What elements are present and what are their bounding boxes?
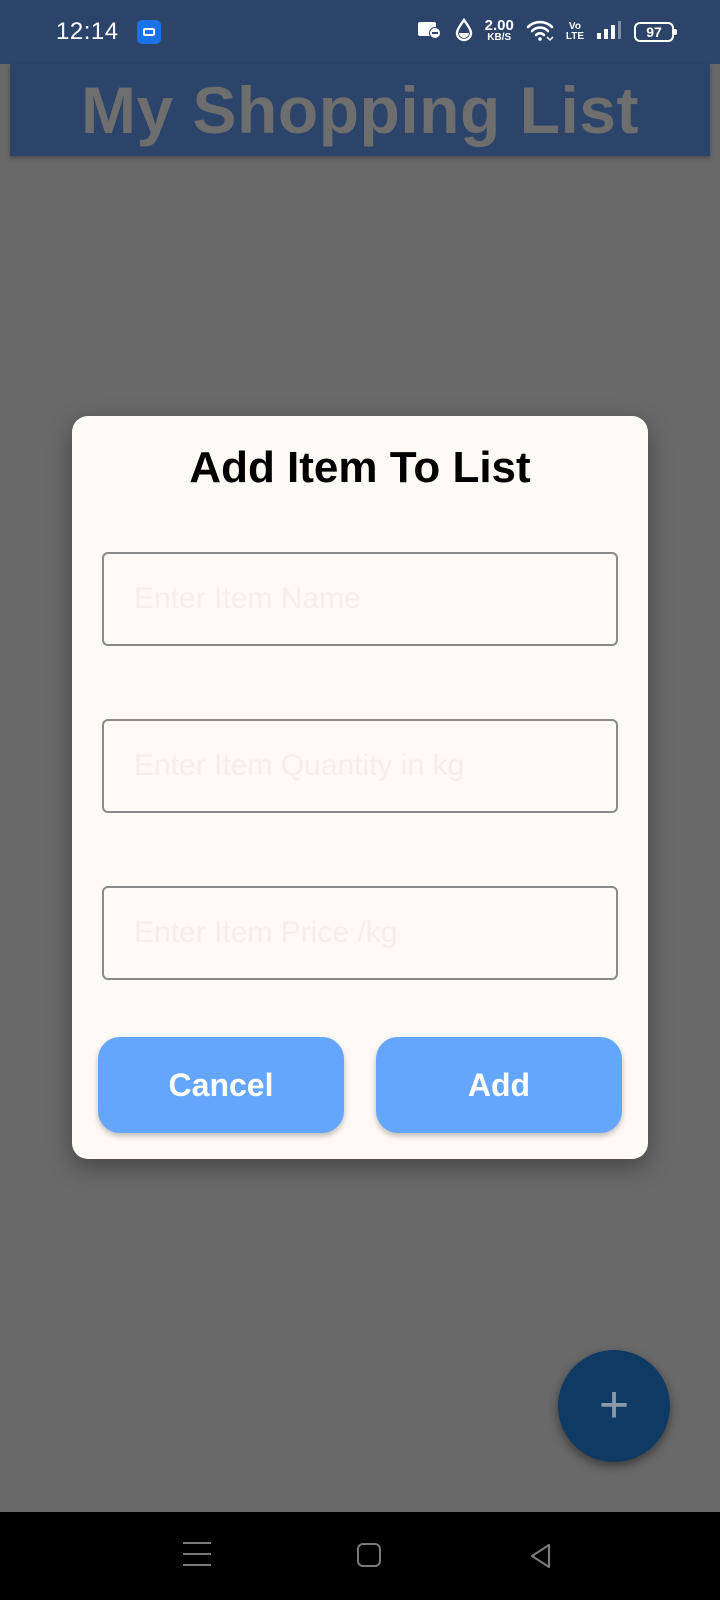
item-price-input[interactable] xyxy=(102,886,618,980)
status-time: 12:14 xyxy=(56,18,119,45)
add-button[interactable]: Add xyxy=(376,1037,622,1133)
volte-bottom: LTE xyxy=(565,31,584,42)
signal-icon xyxy=(596,20,622,45)
navigation-bar xyxy=(0,1512,720,1600)
add-item-fab[interactable]: + xyxy=(558,1350,670,1462)
wallet-notification-icon xyxy=(137,20,161,44)
volte-indicator: Vo LTE xyxy=(566,22,584,42)
network-speed-value: 2.00 xyxy=(484,17,514,34)
wifi-icon xyxy=(526,18,554,47)
back-icon[interactable] xyxy=(527,1542,555,1570)
menu-icon[interactable] xyxy=(183,1542,211,1568)
network-speed: 2.00 KB/S xyxy=(484,17,514,44)
add-item-dialog: Add Item To List Cancel Add xyxy=(72,416,648,1159)
cancel-button[interactable]: Cancel xyxy=(98,1037,344,1133)
page-title: My Shopping List xyxy=(81,73,639,147)
plus-icon: + xyxy=(598,1376,630,1434)
item-quantity-input[interactable] xyxy=(102,719,618,813)
data-saver-drop-icon xyxy=(455,17,473,47)
status-bar: 12:14 2.00 KB/S Vo LTE 97 xyxy=(0,0,720,64)
dnd-card-icon xyxy=(417,19,443,46)
battery-indicator: 97 xyxy=(634,22,677,42)
item-name-input[interactable] xyxy=(102,552,618,646)
status-icons: 2.00 KB/S Vo LTE 97 xyxy=(417,17,677,47)
home-icon[interactable] xyxy=(357,1543,381,1567)
dialog-title: Add Item To List xyxy=(189,443,531,492)
network-speed-unit: KB/S xyxy=(487,32,512,43)
app-header: My Shopping List xyxy=(10,64,710,156)
